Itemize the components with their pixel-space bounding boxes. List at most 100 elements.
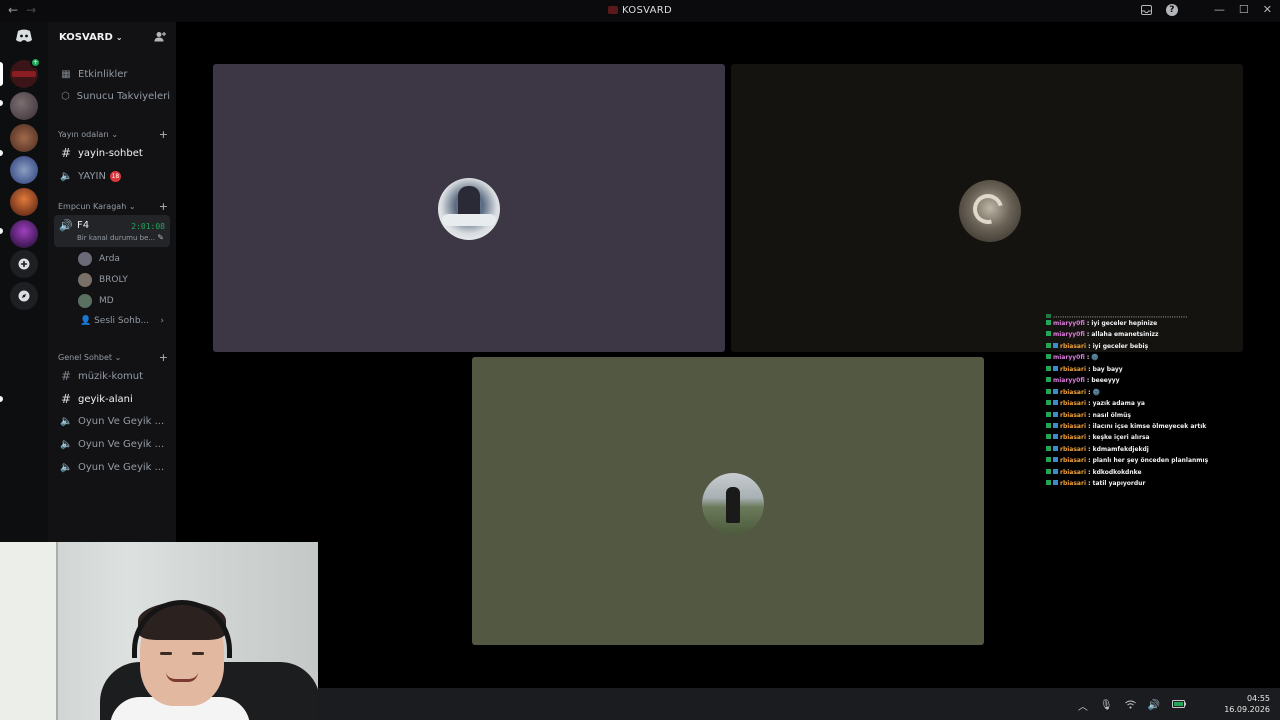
stream-chat-overlay: ········································… [1046,312,1246,496]
server-header[interactable]: KOSVARD ⌄ [48,22,176,54]
discover-compass-button[interactable] [10,282,38,310]
window-title: KOSVARD [0,5,1280,16]
system-tray: ︿ 🎙 🔊 [1078,698,1186,713]
channel-sidebar: KOSVARD ⌄ ▦ Etkinlikler ⬡ Sunucu Takviyel… [0,22,176,542]
member-name: MD [99,296,114,306]
add-channel-icon[interactable]: + [159,128,168,141]
participant-tile-3[interactable] [472,357,984,645]
window-controls: ? — ☐ ✕ [1140,3,1272,16]
participant-avatar [438,178,500,240]
avatar [78,294,92,308]
chat-message: rbiasari : tatil yapıyordur [1046,478,1246,489]
add-channel-icon[interactable]: + [159,200,168,213]
clock-date: 16.09.2026 [1224,705,1270,714]
invite-people-icon[interactable] [154,31,166,45]
channel-oyun-geyik-3[interactable]: 🔈 Oyun Ve Geyik ... [54,457,170,477]
chat-message: rbiasari : ilacını içse kimse ölmeyecek … [1046,421,1246,432]
webcam-overlay [0,542,318,720]
voice-member[interactable]: BROLY [78,271,128,289]
speaker-icon: 🔈 [60,415,73,427]
chat-message: rbiasari : iyi geceler bebiş [1046,341,1246,352]
chevron-up-icon[interactable]: ︿ [1078,698,1088,713]
volume-icon[interactable]: 🔊 [1148,700,1160,711]
category-empcun-karagah[interactable]: Empcun Karagah ⌄ + [58,200,172,216]
boosts-label: Sunucu Takviyeleri [76,90,170,102]
server-icon-6[interactable] [10,220,38,248]
avatar [78,273,92,287]
server-icon-5[interactable] [10,188,38,216]
channel-oyun-geyik-2[interactable]: 🔈 Oyun Ve Geyik ... [54,434,170,454]
chat-message: rbiasari : kdkodkokdnke [1046,467,1246,478]
chat-message: rbiasari : nasıl ölmüş [1046,410,1246,421]
category-label: Yayın odaları [58,130,109,139]
category-genel-sohbet[interactable]: Genel Sohbet ⌄ + [58,351,172,367]
events-label: Etkinlikler [78,68,128,80]
microphone-icon[interactable]: 🎙 [1100,700,1113,711]
clock-time: 04:55 [1246,694,1270,703]
channel-status: Bir kanal durumu be... [77,234,156,242]
channel-label: yayin-sohbet [78,147,143,159]
category-yayin-odalari[interactable]: Yayın odaları ⌄ + [58,128,172,144]
channel-label: Oyun Ve Geyik ... [78,415,165,427]
pencil-icon[interactable]: ✎ [157,233,164,242]
chat-message: miaryy0fi : 🌚 [1046,352,1246,363]
participant-tile-2[interactable] [731,64,1243,352]
events-item[interactable]: ▦ Etkinlikler [54,64,170,84]
channel-yayin-sohbet[interactable]: # yayin-sohbet [54,143,170,163]
minimize-button[interactable]: — [1214,3,1225,16]
channel-yayin[interactable]: 🔈 YAYIN 18 [54,166,170,186]
voice-channel-f4[interactable]: 🔊 F4 2:01:08 Bir kanal durumu be... ✎ [54,215,170,247]
participant-avatar [702,473,764,535]
voice-member[interactable]: Arda [78,250,120,268]
channel-oyun-geyik-1[interactable]: 🔈 Oyun Ve Geyik ... [54,411,170,431]
chevron-down-icon: ⌄ [111,130,119,139]
channel-label: geyik-alani [78,393,133,405]
server-icon-2[interactable] [10,92,38,120]
notification-badge: + [30,57,41,68]
chevron-down-icon: ⌄ [115,33,123,42]
unread-indicator [0,228,3,234]
active-server-pill [0,62,3,86]
category-label: Genel Sohbet [58,353,113,362]
voice-member[interactable]: MD [78,292,114,310]
add-server-button[interactable] [10,250,38,278]
channel-label: Oyun Ve Geyik ... [78,438,165,450]
channel-muzik-komut[interactable]: # müzik-komut [54,366,170,386]
server-icon-3[interactable] [10,124,38,152]
help-icon[interactable]: ? [1165,3,1178,16]
voice-timer: 2:01:08 [131,222,165,231]
participant-avatar [959,180,1021,242]
server-icon-kosvard[interactable]: + [10,57,41,88]
home-discord-icon[interactable] [10,22,38,50]
window-title-text: KOSVARD [621,5,673,16]
member-name: Arda [99,254,120,264]
voice-chat-item[interactable]: 👤 Sesli Sohb... › [80,316,164,326]
chat-message: miaryy0fi : allaha emanetsinizz [1046,329,1246,340]
participant-tile-1[interactable] [213,64,725,352]
background-wall-panel [0,542,58,720]
maximize-button[interactable]: ☐ [1239,3,1249,16]
inbox-icon[interactable] [1140,4,1152,15]
server-banner-icon [12,71,36,77]
voice-chat-label: Sesli Sohb... [94,316,150,326]
add-channel-icon[interactable]: + [159,351,168,364]
boost-icon: ⬡ [60,90,70,102]
smile [166,672,198,682]
speaker-icon: 🔈 [60,438,73,450]
channel-geyik-alani[interactable]: # geyik-alani [54,389,170,409]
close-button[interactable]: ✕ [1263,3,1272,16]
voice-channel-name: F4 [77,220,90,231]
chat-message: miaryy0fi : iyi geceler hepinize [1046,318,1246,329]
taskbar: ︿ 🎙 🔊 04:55 16.09.2026 [318,688,1280,720]
battery-icon[interactable] [1172,700,1186,711]
server-boosts-item[interactable]: ⬡ Sunucu Takviyeleri [54,86,170,106]
channel-label: müzik-komut [78,370,144,382]
hashtag-icon: # [60,392,72,406]
server-icon-4[interactable] [10,156,38,184]
wifi-icon[interactable] [1124,700,1136,712]
chevron-right-icon: › [160,316,164,326]
chat-message: rbiasari : bay bayy [1046,364,1246,375]
chevron-down-icon: ⌄ [128,202,136,211]
unread-indicator [0,100,3,106]
clock[interactable]: 04:55 16.09.2026 [1224,693,1270,715]
